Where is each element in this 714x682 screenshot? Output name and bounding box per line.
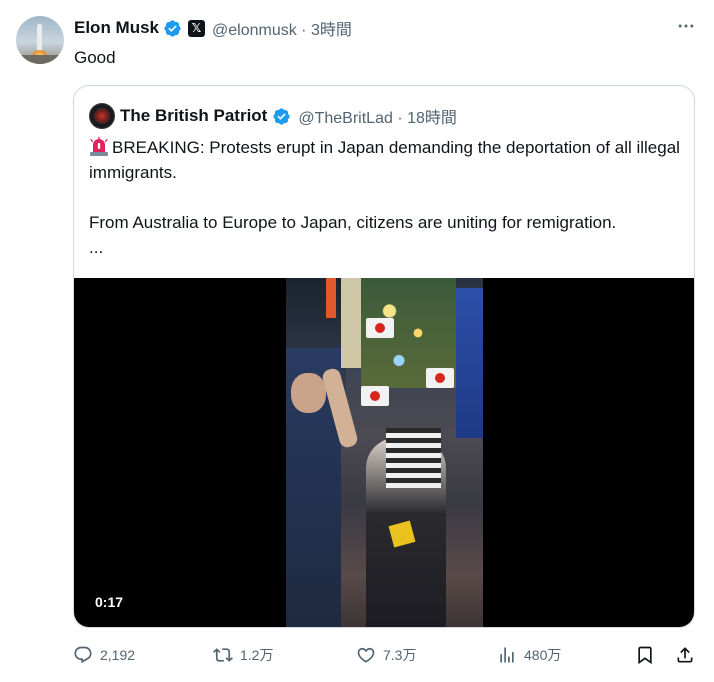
tweet-text: Good <box>74 48 116 67</box>
video-tower <box>341 278 361 368</box>
author-name[interactable]: Elon Musk <box>74 18 159 38</box>
tweet-header: Elon Musk 𝕏 @elonmusk · 3時間 <box>74 17 352 39</box>
verified-icon[interactable] <box>163 19 182 38</box>
quote-ellipsis: ... <box>89 238 104 257</box>
quote-paragraph-gap <box>89 185 684 210</box>
author-avatar[interactable] <box>16 16 64 64</box>
video-striped-shirt <box>386 428 441 488</box>
author-handle-time[interactable]: @elonmusk · 3時間 <box>212 16 352 40</box>
quote-text: BREAKING: Protests erupt in Japan demand… <box>89 135 684 260</box>
retweet-icon <box>213 648 233 662</box>
tweet[interactable]: Elon Musk 𝕏 @elonmusk · 3時間 Good The Bri… <box>0 0 714 682</box>
views-count: 480万 <box>524 647 562 663</box>
quote-author-name[interactable]: The British Patriot <box>120 106 267 126</box>
reply-count: 2,192 <box>100 647 136 663</box>
like-button[interactable]: 7.3万 <box>356 643 416 667</box>
quote-line-1: BREAKING: Protests erupt in Japan demand… <box>89 135 684 185</box>
video-officer-face <box>291 373 326 413</box>
views-icon <box>500 647 514 663</box>
video-banner <box>456 288 483 438</box>
share-icon <box>677 647 693 663</box>
x-affiliate-icon[interactable]: 𝕏 <box>188 19 206 37</box>
quote-header: The British Patriot @TheBritLad · 18時間 <box>89 103 457 129</box>
quote-line-2: From Australia to Europe to Japan, citiz… <box>89 213 617 232</box>
video-flag <box>361 386 389 406</box>
siren-icon <box>90 137 108 156</box>
more-dots <box>678 24 694 28</box>
retweet-button[interactable]: 1.2万 <box>213 643 273 667</box>
quoted-tweet[interactable]: The British Patriot @TheBritLad · 18時間 B… <box>73 85 695 628</box>
reply-button[interactable]: 2,192 <box>73 643 135 667</box>
quote-author-handle-time: @TheBritLad · 18時間 <box>298 110 457 127</box>
bookmark-button[interactable] <box>635 643 655 667</box>
video-player[interactable]: 0:17 <box>74 278 694 627</box>
video-flag <box>426 368 454 388</box>
reply-icon <box>74 646 92 664</box>
share-button[interactable] <box>675 643 695 667</box>
video-duration: 0:17 <box>90 592 129 612</box>
like-icon <box>357 647 375 663</box>
quote-author-avatar[interactable] <box>89 103 115 129</box>
video-frame[interactable] <box>286 278 483 627</box>
quote-line-1-text: BREAKING: Protests erupt in Japan demand… <box>89 138 680 182</box>
video-flag <box>366 318 394 338</box>
action-bar: 2,192 1.2万 7.3万 480万 <box>73 643 701 667</box>
verified-icon <box>273 107 290 125</box>
retweet-count: 1.2万 <box>240 647 274 663</box>
video-sign <box>326 278 336 318</box>
avatar-ground <box>16 55 64 64</box>
more-icon[interactable] <box>674 14 698 38</box>
views-button[interactable]: 480万 <box>497 643 561 667</box>
avatar-rocket <box>37 24 42 52</box>
bookmark-icon <box>638 646 652 665</box>
like-count: 7.3万 <box>383 647 417 663</box>
